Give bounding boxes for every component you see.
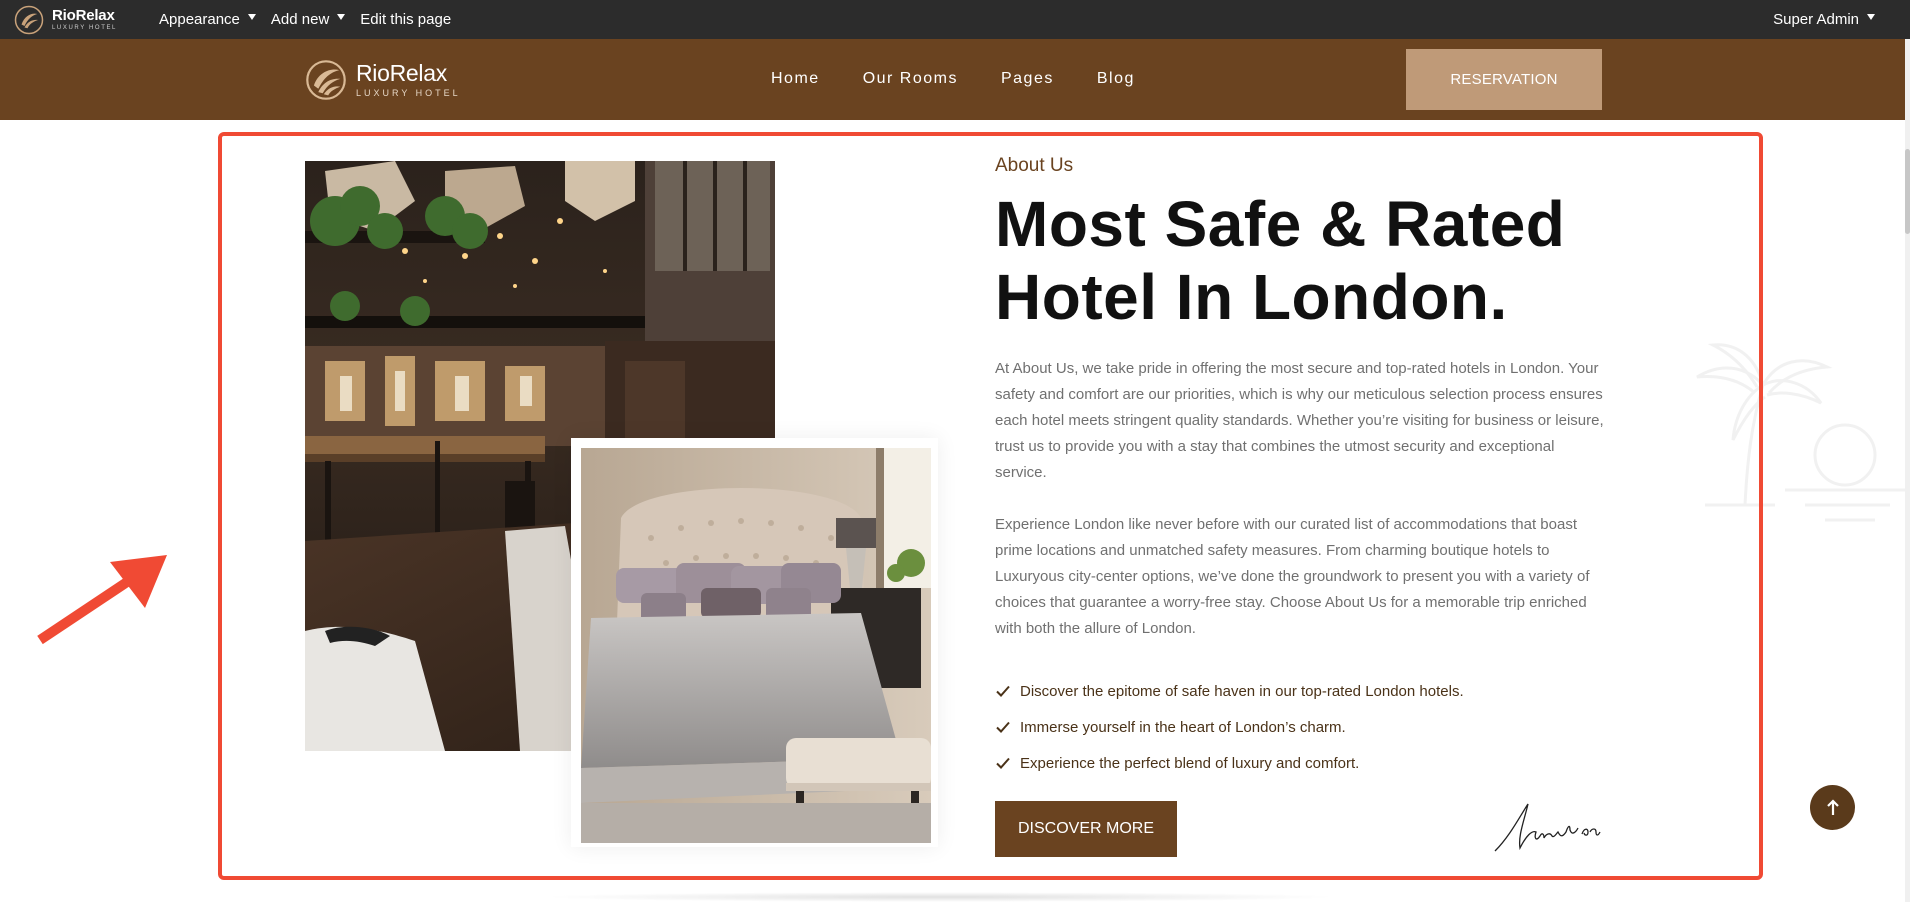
- scrollbar[interactable]: [1905, 39, 1910, 902]
- highlight-frame: [218, 132, 1763, 880]
- admin-menu-appearance[interactable]: Appearance: [159, 11, 256, 28]
- site-header: RioRelax LUXURY HOTEL Home Our Rooms Pag…: [0, 39, 1905, 120]
- site-logo-sub: LUXURY HOTEL: [356, 88, 461, 98]
- back-to-top-button[interactable]: [1810, 785, 1855, 830]
- arrow-up-icon: [1826, 798, 1839, 815]
- red-arrow-annotation: [37, 555, 167, 645]
- admin-user-menu[interactable]: Super Admin: [1773, 11, 1875, 28]
- admin-menu: Appearance Add new Edit this page: [159, 11, 466, 28]
- admin-menu-label: Appearance: [159, 11, 240, 28]
- palm-leaf-logo-icon: [306, 60, 346, 100]
- reservation-button[interactable]: RESERVATION: [1406, 49, 1602, 110]
- site-logo-brand: RioRelax: [356, 60, 447, 86]
- admin-menu-label: Edit this page: [360, 11, 452, 28]
- caret-down-icon: [1867, 13, 1875, 20]
- main-nav: Home Our Rooms Pages Blog: [771, 70, 1178, 88]
- admin-menu-label: Add new: [270, 11, 330, 28]
- nav-our-rooms[interactable]: Our Rooms: [863, 70, 958, 88]
- section-shadow: [540, 892, 1340, 902]
- admin-logo[interactable]: RioRelax LUXURY HOTEL: [14, 5, 144, 35]
- caret-down-icon: [247, 13, 256, 20]
- caret-down-icon: [337, 13, 346, 20]
- admin-bar: RioRelax LUXURY HOTEL Appearance Add new…: [0, 0, 1910, 39]
- admin-logo-sub: LUXURY HOTEL: [52, 25, 117, 31]
- scrollbar-thumb[interactable]: [1905, 149, 1910, 234]
- nav-blog[interactable]: Blog: [1097, 70, 1135, 88]
- palm-leaf-logo-icon: [14, 5, 44, 34]
- admin-menu-add-new[interactable]: Add new: [270, 11, 346, 28]
- admin-logo-brand: RioRelax: [52, 7, 115, 24]
- nav-home[interactable]: Home: [771, 70, 820, 88]
- site-logo[interactable]: RioRelax LUXURY HOTEL: [304, 58, 461, 102]
- admin-menu-edit-page[interactable]: Edit this page: [360, 11, 451, 28]
- nav-pages[interactable]: Pages: [1001, 70, 1054, 88]
- admin-user-label: Super Admin: [1773, 11, 1859, 28]
